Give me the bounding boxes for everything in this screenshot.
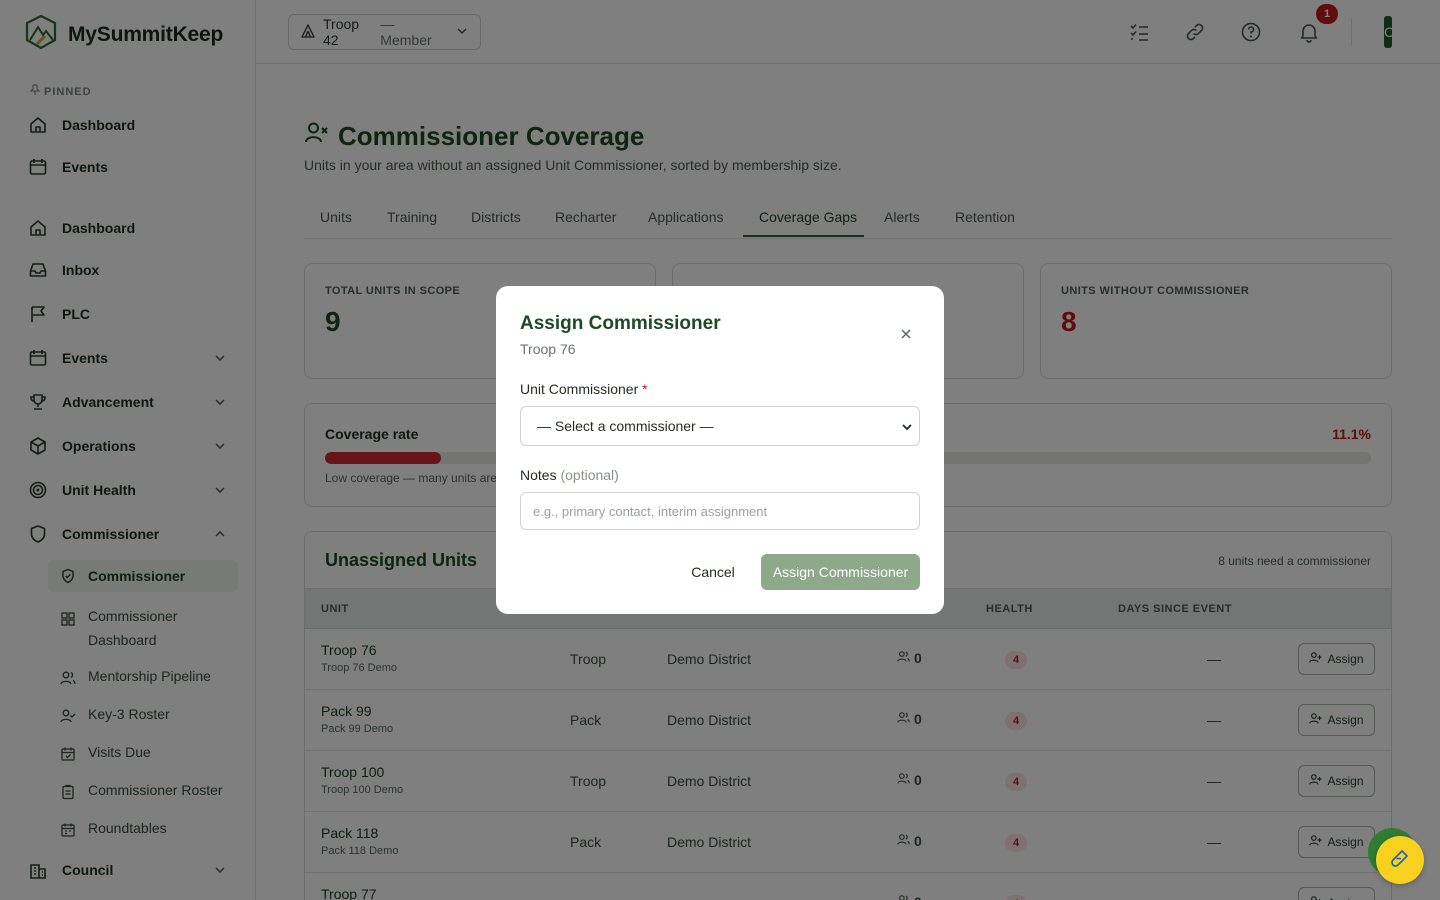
commissioner-field-label: Unit Commissioner * <box>520 381 648 397</box>
notes-placeholder: e.g., primary contact, interim assignmen… <box>533 503 768 519</box>
modal-title: Assign Commissioner <box>520 313 721 334</box>
cancel-button[interactable]: Cancel <box>682 554 744 590</box>
commissioner-select[interactable]: — Select a commissioner — <box>520 406 920 446</box>
notes-input[interactable]: e.g., primary contact, interim assignmen… <box>520 492 920 530</box>
chevron-down-icon <box>901 420 913 436</box>
select-value: — Select a commissioner — <box>537 418 714 434</box>
optional-hint: (optional) <box>560 467 619 483</box>
assign-commissioner-button[interactable]: Assign Commissioner <box>761 554 920 590</box>
notes-field-label: Notes (optional) <box>520 467 619 483</box>
feedback-button[interactable] <box>1376 836 1424 884</box>
required-mark: * <box>642 381 648 397</box>
close-icon[interactable] <box>898 326 914 342</box>
modal-subtitle: Troop 76 <box>520 341 576 357</box>
test-tube-icon <box>1391 849 1409 872</box>
assign-commissioner-modal: Assign Commissioner Troop 76 Unit Commis… <box>496 286 944 614</box>
